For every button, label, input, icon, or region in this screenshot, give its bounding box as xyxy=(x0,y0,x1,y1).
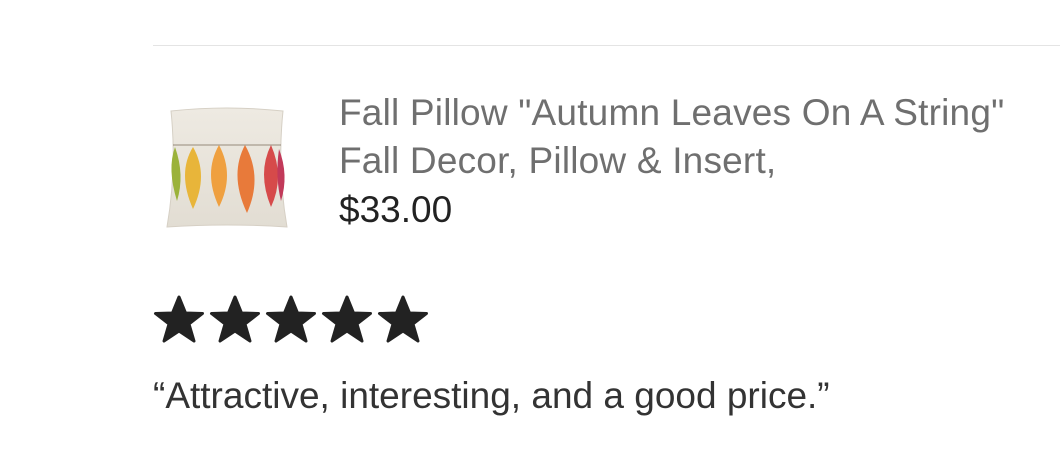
star-rating xyxy=(153,294,429,346)
star-icon xyxy=(266,295,316,343)
top-divider xyxy=(153,45,1060,46)
star-icon xyxy=(322,295,372,343)
review-text: “Attractive, interesting, and a good pri… xyxy=(153,375,830,416)
product-link[interactable]: Fall Pillow "Autumn Leaves On A String" … xyxy=(155,85,1035,245)
pillow-image xyxy=(166,107,288,228)
product-title[interactable]: Fall Pillow "Autumn Leaves On A String" … xyxy=(339,89,1019,185)
star-icon xyxy=(154,295,204,343)
star-icon xyxy=(210,295,260,343)
star-icon xyxy=(378,295,428,343)
product-price: $33.00 xyxy=(339,189,453,230)
